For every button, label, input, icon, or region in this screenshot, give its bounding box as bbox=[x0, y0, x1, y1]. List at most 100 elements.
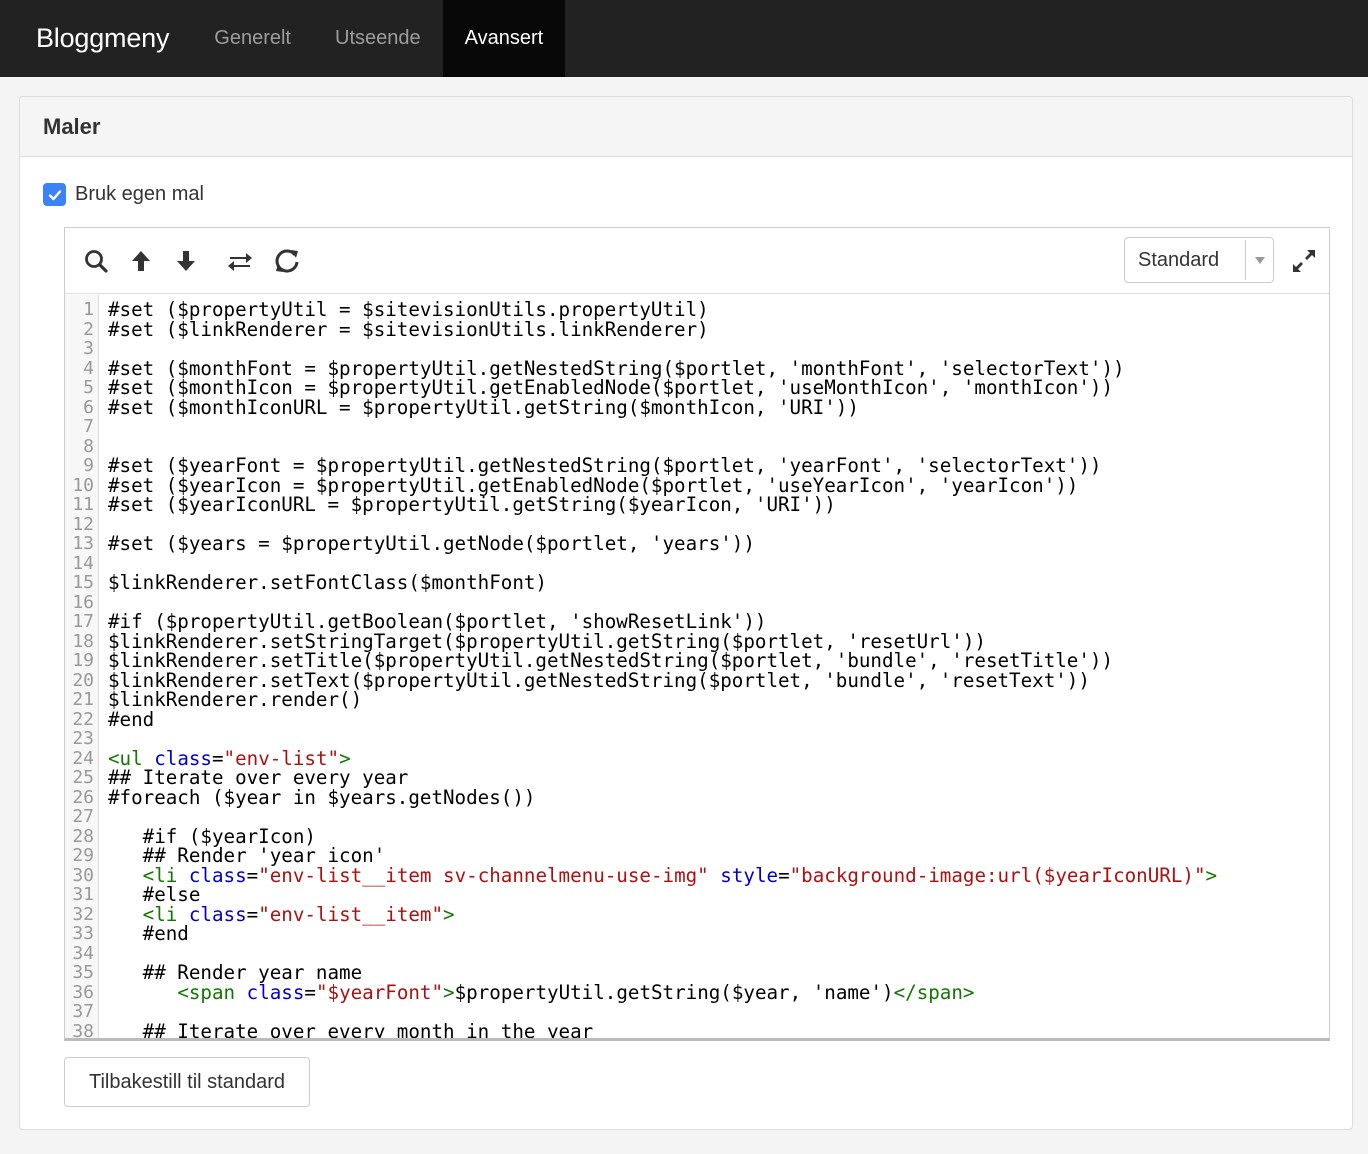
panel-title: Maler bbox=[20, 97, 1352, 157]
line-number: 6 bbox=[83, 396, 94, 418]
arrow-down-icon[interactable] bbox=[171, 246, 201, 276]
arrow-up-icon[interactable] bbox=[126, 246, 156, 276]
code-token: = bbox=[246, 863, 259, 887]
line-number: 28 bbox=[72, 825, 94, 847]
use-custom-template-row[interactable]: Bruk egen mal bbox=[43, 183, 204, 206]
code-token: #set ($linkRenderer = $sitevisionUtils.l… bbox=[108, 317, 709, 341]
code-token: #foreach ($year in $years.getNodes()) bbox=[108, 785, 536, 809]
template-select-value: Standard bbox=[1138, 248, 1220, 271]
line-number: 32 bbox=[72, 903, 94, 925]
line-number: 8 bbox=[83, 435, 94, 457]
code-editor: Standard 1 #set ($propertyUtil = $sitevis… bbox=[64, 227, 1330, 1041]
code-text: #set ($years = $propertyUtil.getNode($po… bbox=[99, 534, 755, 554]
tab-generelt[interactable]: Generelt bbox=[192, 0, 313, 77]
code-token: class bbox=[188, 902, 247, 926]
code-line: 26 #foreach ($year in $years.getNodes()) bbox=[65, 785, 1329, 809]
code-line: 21 $linkRenderer.render() bbox=[65, 690, 1329, 710]
line-number: 19 bbox=[72, 650, 94, 671]
code-token: = bbox=[246, 902, 259, 926]
code-lines: 1 #set ($propertyUtil = $sitevisionUtils.… bbox=[65, 300, 1329, 1038]
code-area[interactable]: 1 #set ($propertyUtil = $sitevisionUtils.… bbox=[65, 295, 1329, 1038]
code-token: = bbox=[778, 863, 790, 887]
line-number: 24 bbox=[72, 747, 94, 769]
line-number: 21 bbox=[72, 689, 94, 710]
code-token: #end bbox=[108, 922, 189, 945]
code-line: 32 <li class="env-list__item"> bbox=[65, 902, 1329, 926]
code-line: 15 $linkRenderer.setFontClass($monthFont) bbox=[65, 573, 1329, 593]
line-number: 4 bbox=[83, 357, 94, 379]
code-text: #end bbox=[99, 709, 154, 730]
top-navbar: Bloggmeny Generelt Utseende Avansert bbox=[0, 0, 1368, 77]
line-number: 20 bbox=[72, 669, 94, 691]
code-token: <span bbox=[177, 980, 236, 1004]
line-number: 3 bbox=[83, 338, 94, 359]
code-line: 7 bbox=[65, 417, 1329, 437]
code-line: 38 ## Iterate over every month in the ye… bbox=[65, 1020, 1329, 1038]
code-line: 30 <li class="env-list__item sv-channelm… bbox=[65, 863, 1329, 887]
use-custom-template-checkbox[interactable] bbox=[43, 183, 66, 206]
line-number: 31 bbox=[72, 884, 94, 905]
tab-avansert[interactable]: Avansert bbox=[442, 0, 566, 77]
code-token: > bbox=[443, 980, 455, 1004]
code-text: #set ($linkRenderer = $sitevisionUtils.l… bbox=[99, 317, 709, 341]
brand-title: Bloggmeny bbox=[36, 23, 170, 53]
code-token: $linkRenderer.setFontClass($monthFont) bbox=[108, 571, 547, 594]
line-number: 27 bbox=[72, 806, 94, 827]
code-text: #foreach ($year in $years.getNodes()) bbox=[99, 785, 536, 809]
search-icon[interactable] bbox=[81, 246, 111, 276]
line-number: 23 bbox=[72, 728, 94, 749]
code-text: #set ($yearIconURL = $propertyUtil.getSt… bbox=[99, 495, 836, 515]
editor-toolbar: Standard bbox=[65, 228, 1329, 294]
line-number: 22 bbox=[72, 708, 94, 730]
line-number: 18 bbox=[72, 630, 94, 652]
refresh-icon[interactable] bbox=[272, 246, 302, 276]
line-number: 36 bbox=[72, 981, 94, 1003]
templates-panel: Maler Bruk egen mal Standard 1 #set ($pr… bbox=[19, 96, 1353, 1130]
line-number: 12 bbox=[72, 513, 94, 535]
code-text: ## Iterate over every month in the year bbox=[99, 1021, 594, 1038]
chevron-down-icon bbox=[1246, 256, 1273, 264]
line-number: 34 bbox=[72, 942, 94, 964]
line-number: 14 bbox=[72, 552, 94, 574]
code-line: 36 <span class="$yearFont">$propertyUtil… bbox=[65, 980, 1329, 1004]
code-line: 33 #end bbox=[65, 924, 1329, 944]
code-text: $linkRenderer.setFontClass($monthFont) bbox=[99, 573, 547, 593]
reset-to-default-button[interactable]: Tilbakestill til standard bbox=[64, 1057, 310, 1107]
expand-icon[interactable] bbox=[1289, 246, 1319, 276]
code-token: "env-list__item" bbox=[258, 902, 444, 926]
line-number: 10 bbox=[72, 474, 94, 496]
code-token: style bbox=[720, 863, 779, 887]
line-number: 29 bbox=[72, 845, 94, 866]
line-number: 7 bbox=[83, 416, 94, 437]
line-number: 17 bbox=[72, 611, 94, 632]
code-token: "env-list__item sv-channelmenu-use-img" bbox=[258, 863, 709, 887]
code-token: #set ($yearIconURL = $propertyUtil.getSt… bbox=[108, 493, 836, 516]
swap-icon[interactable] bbox=[225, 246, 255, 276]
tab-utseende[interactable]: Utseende bbox=[313, 0, 443, 77]
code-line: 6 #set ($monthIconURL = $propertyUtil.get… bbox=[65, 395, 1329, 419]
code-token: #set ($monthIconURL = $propertyUtil.getS… bbox=[108, 395, 859, 419]
line-number: 38 bbox=[72, 1020, 94, 1038]
line-number: 30 bbox=[72, 864, 94, 886]
line-number: 5 bbox=[83, 377, 94, 398]
line-number: 2 bbox=[83, 318, 94, 340]
checkmark-icon bbox=[48, 189, 61, 200]
code-text: <li class="env-list__item sv-channelmenu… bbox=[99, 863, 1218, 887]
code-token: "$yearFont" bbox=[315, 980, 444, 1004]
code-token: > bbox=[1205, 863, 1218, 887]
code-token: > bbox=[443, 902, 455, 926]
template-select[interactable]: Standard bbox=[1124, 237, 1274, 283]
